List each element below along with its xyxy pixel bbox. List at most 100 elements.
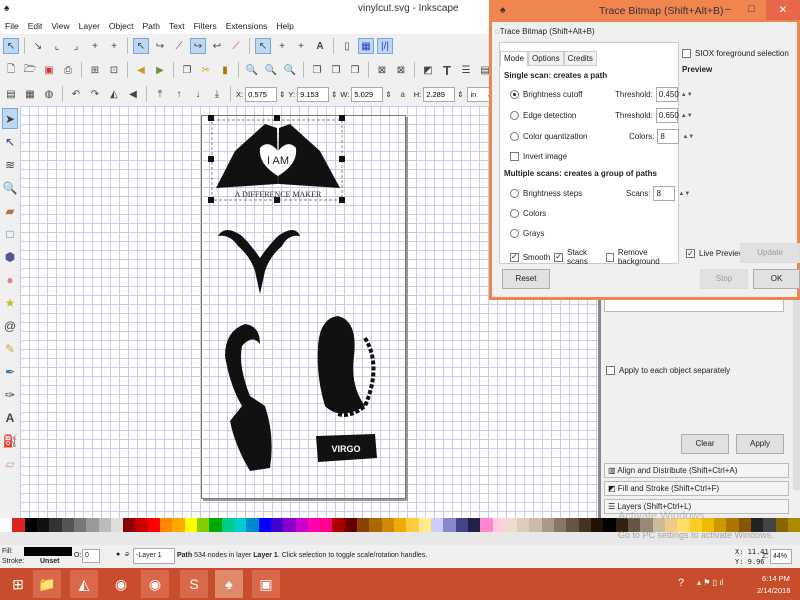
snap-center-icon[interactable]: + bbox=[106, 38, 122, 54]
fill-stroke-icon[interactable]: ◩ bbox=[420, 62, 436, 78]
edge-threshold-input[interactable]: 0.650 bbox=[655, 108, 679, 123]
snap-page-icon[interactable]: ▯ bbox=[339, 38, 355, 54]
dock-align-distribute[interactable]: ▥ Align and Distribute (Shift+Ctrl+A) bbox=[604, 463, 789, 478]
palette-swatch[interactable] bbox=[357, 518, 370, 532]
file-explorer-icon[interactable]: 📁 bbox=[33, 570, 61, 598]
pen-tool-icon[interactable]: ✒ bbox=[2, 361, 18, 382]
spinner-icon[interactable]: ▲▼ bbox=[681, 113, 693, 119]
paste-icon[interactable]: ▮ bbox=[217, 62, 233, 78]
palette-swatch[interactable] bbox=[73, 518, 87, 532]
lower-bottom-icon[interactable]: ⤓ bbox=[209, 86, 225, 102]
live-preview-checkbox[interactable]: ✓ bbox=[686, 249, 695, 258]
palette-swatch[interactable] bbox=[467, 518, 481, 532]
brightness-threshold-input[interactable]: 0.450 bbox=[655, 87, 679, 102]
snap-text-baseline-icon[interactable]: A bbox=[312, 38, 328, 54]
y-spinner-icon[interactable]: ⇕ bbox=[331, 90, 337, 99]
chrome-icon[interactable]: ◉ bbox=[107, 570, 135, 598]
stack-scans-checkbox[interactable]: ✓ bbox=[554, 252, 563, 262]
palette-swatch[interactable] bbox=[406, 518, 419, 532]
select-all-icon[interactable]: ▤ bbox=[3, 86, 19, 102]
w-spinner-icon[interactable]: ⇕ bbox=[385, 90, 391, 99]
palette-swatch[interactable] bbox=[61, 518, 74, 532]
siox-checkbox[interactable] bbox=[682, 49, 691, 58]
rotate-cw-icon[interactable]: ↷ bbox=[87, 86, 103, 102]
rotate-ccw-icon[interactable]: ↶ bbox=[68, 86, 84, 102]
palette-swatch[interactable] bbox=[430, 518, 444, 532]
measure-tool-icon[interactable]: ▰ bbox=[2, 200, 18, 221]
stop-button[interactable]: Stop bbox=[700, 269, 748, 289]
update-button[interactable]: Update bbox=[740, 243, 800, 263]
layer-select[interactable]: -Layer 1 bbox=[133, 548, 175, 564]
dock-fill-stroke[interactable]: ◩ Fill and Stroke (Shift+Ctrl+F) bbox=[604, 481, 789, 496]
clone-icon[interactable]: ❒ bbox=[328, 62, 344, 78]
palette-swatch[interactable] bbox=[332, 518, 345, 532]
palette-swatch[interactable] bbox=[307, 518, 321, 532]
menu-help[interactable]: Help bbox=[276, 21, 293, 31]
inkscape-icon[interactable]: ♠ bbox=[215, 570, 243, 598]
palette-swatch[interactable] bbox=[135, 518, 148, 532]
zoom-selection-icon[interactable]: 🔍 bbox=[244, 62, 260, 78]
fill-swatch[interactable] bbox=[24, 547, 72, 556]
star-tool-icon[interactable]: ★ bbox=[2, 292, 18, 313]
maximize-icon[interactable]: □ bbox=[748, 3, 754, 15]
smooth-checkbox[interactable]: ✓ bbox=[510, 252, 519, 262]
edge-radio[interactable] bbox=[510, 111, 519, 120]
x-spinner-icon[interactable]: ⇕ bbox=[279, 90, 285, 99]
tray-icons[interactable]: ▴ ⚑ ▯ ıl bbox=[697, 578, 723, 587]
palette-swatch[interactable] bbox=[270, 518, 284, 532]
import-icon[interactable]: ⊞ bbox=[87, 62, 103, 78]
deselect-icon[interactable]: ◍ bbox=[41, 86, 57, 102]
palette-swatch[interactable] bbox=[788, 518, 800, 532]
palette-swatch[interactable] bbox=[49, 518, 62, 532]
menu-object[interactable]: Object bbox=[109, 21, 134, 31]
snap-toggle-icon[interactable]: ↖ bbox=[3, 38, 19, 54]
redo-icon[interactable]: ▶ bbox=[152, 62, 168, 78]
grays-radio[interactable] bbox=[510, 229, 519, 238]
snap-grid-icon[interactable]: ▦ bbox=[358, 38, 374, 54]
lock-ratio-icon[interactable]: a bbox=[395, 86, 411, 102]
menu-layer[interactable]: Layer bbox=[79, 21, 100, 31]
palette-swatch[interactable] bbox=[517, 518, 530, 532]
eraser-tool-icon[interactable]: ▱ bbox=[2, 453, 18, 474]
menu-view[interactable]: View bbox=[51, 21, 69, 31]
3d-box-tool-icon[interactable]: ⬢ bbox=[2, 246, 18, 267]
spinner-icon[interactable]: ▲▼ bbox=[681, 92, 693, 98]
palette-swatch[interactable] bbox=[529, 518, 542, 532]
copy-icon[interactable]: ❐ bbox=[179, 62, 195, 78]
stroke-value[interactable]: Unset bbox=[40, 558, 59, 565]
snap-corner-icon[interactable]: ⌟ bbox=[68, 38, 84, 54]
ungroup-icon[interactable]: ⊠ bbox=[393, 62, 409, 78]
palette-swatch[interactable] bbox=[480, 518, 493, 532]
spray-tool-icon[interactable]: ⛽ bbox=[2, 430, 18, 451]
palette-swatch[interactable] bbox=[418, 518, 431, 532]
zoom-input[interactable]: 44% bbox=[770, 549, 792, 564]
solidworks-icon[interactable]: S bbox=[180, 570, 208, 598]
snap-cusp-icon[interactable]: ↪ bbox=[190, 38, 206, 54]
unlink-clone-icon[interactable]: ❒ bbox=[347, 62, 363, 78]
zoom-tool-icon[interactable]: 🔍 bbox=[2, 177, 18, 198]
y-input[interactable] bbox=[297, 86, 330, 102]
colors-radio[interactable] bbox=[510, 209, 519, 218]
spinner-icon[interactable]: ▲▼ bbox=[682, 134, 694, 140]
select-all-layers-icon[interactable]: ▦ bbox=[22, 86, 38, 102]
layers-icon[interactable]: ☰ bbox=[458, 62, 474, 78]
save-icon[interactable]: ▣ bbox=[41, 62, 57, 78]
acrobat-icon[interactable]: ◭ bbox=[70, 570, 98, 598]
app-icon[interactable]: ▣ bbox=[252, 570, 280, 598]
brightness-radio[interactable] bbox=[510, 90, 519, 99]
snap-others-icon[interactable]: ↖ bbox=[255, 38, 271, 54]
palette-swatch[interactable] bbox=[123, 518, 136, 532]
snap-nodes-icon[interactable]: ↖ bbox=[133, 38, 149, 54]
x-input[interactable] bbox=[245, 86, 278, 102]
invert-checkbox[interactable] bbox=[510, 152, 519, 161]
close-icon[interactable]: ✕ bbox=[766, 0, 800, 20]
palette-swatch[interactable] bbox=[258, 518, 271, 532]
palette-swatch[interactable] bbox=[455, 518, 468, 532]
ok-button[interactable]: OK bbox=[753, 269, 800, 289]
layer-visibility-icon[interactable]: ● bbox=[116, 551, 120, 558]
palette-swatch[interactable] bbox=[172, 518, 185, 532]
apply-each-checkbox[interactable] bbox=[606, 366, 615, 375]
menu-extensions[interactable]: Extensions bbox=[226, 21, 268, 31]
tab-credits[interactable]: Credits bbox=[563, 51, 597, 66]
palette-swatch[interactable] bbox=[504, 518, 518, 532]
